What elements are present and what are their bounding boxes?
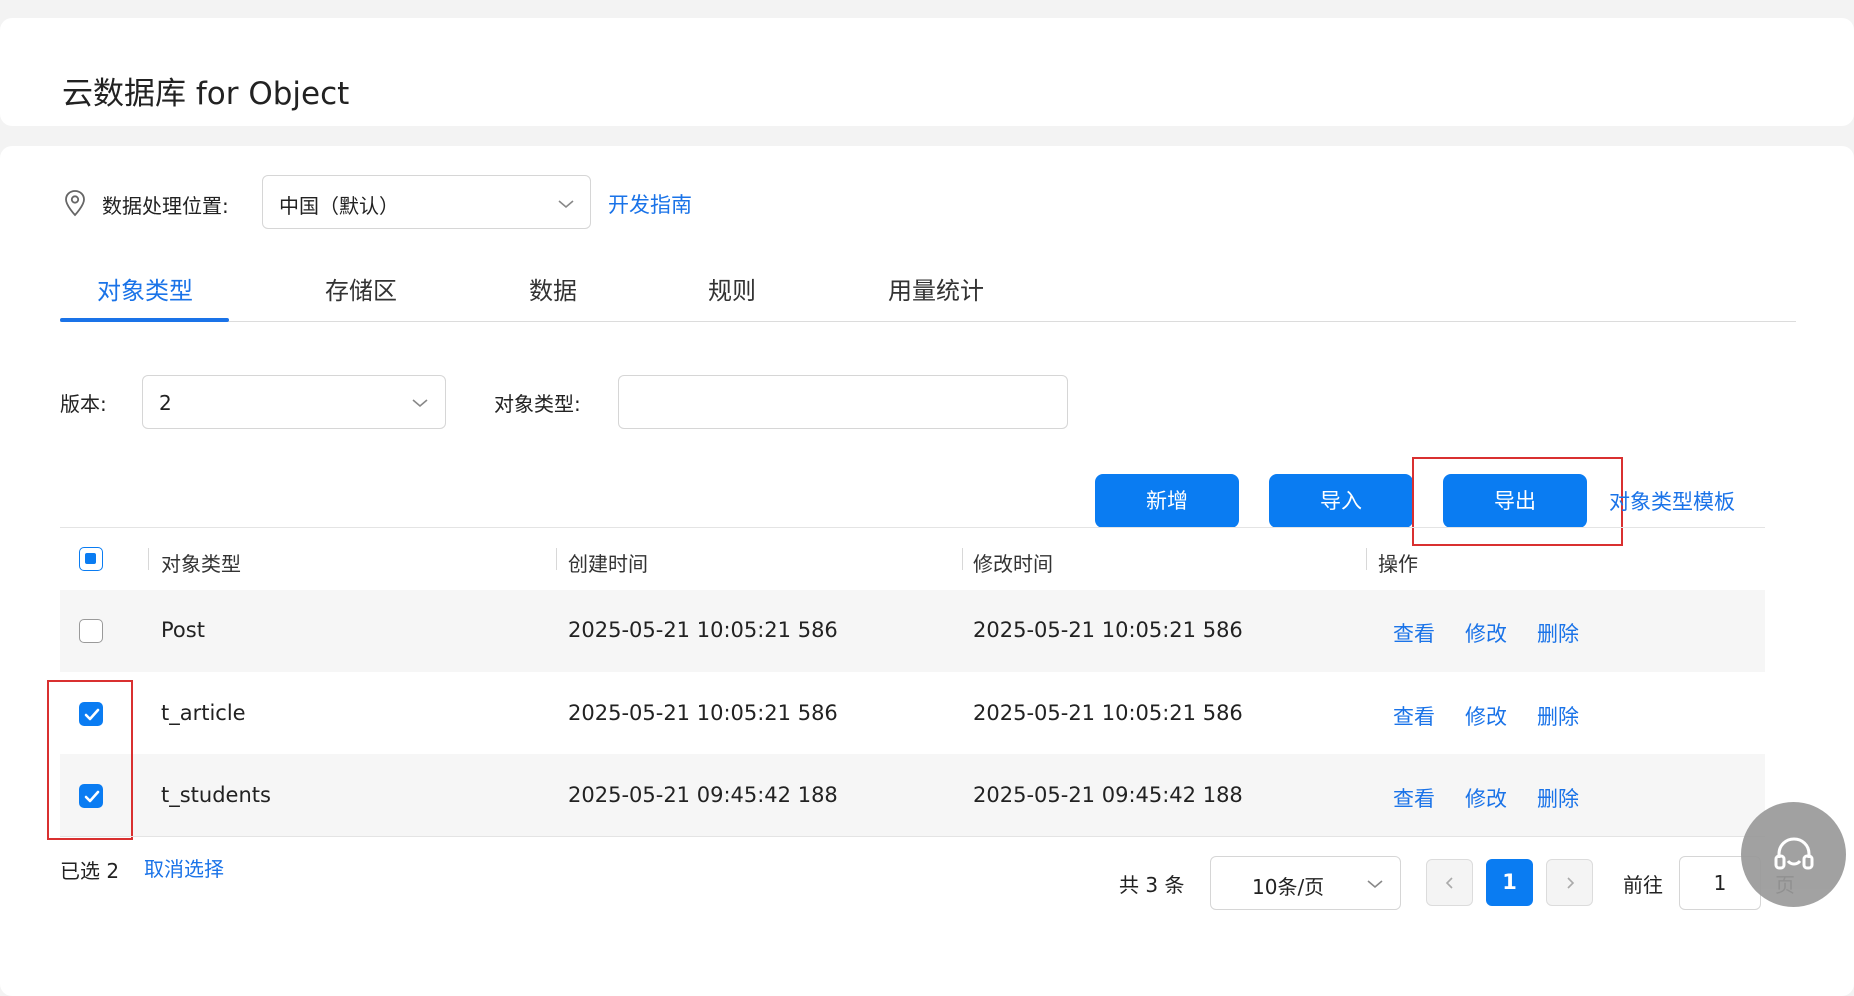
tab-rules[interactable]: 规则	[708, 271, 756, 306]
chevron-left-icon	[1445, 877, 1453, 889]
selected-count: 已选 2	[60, 859, 120, 883]
tab-data[interactable]: 数据	[529, 271, 577, 306]
select-all-checkbox[interactable]	[79, 547, 103, 571]
delete-button[interactable]: 删除	[1537, 701, 1579, 731]
edit-button[interactable]: 修改	[1465, 783, 1507, 813]
version-label: 版本:	[60, 392, 107, 416]
row-created-time: 2025-05-21 10:05:21 586	[568, 618, 838, 642]
export-highlight-box	[1412, 457, 1623, 546]
checkbox-highlight-box	[47, 680, 133, 840]
import-button[interactable]: 导入	[1269, 474, 1413, 528]
chevron-down-icon	[412, 399, 428, 408]
row-object-type: Post	[161, 618, 205, 642]
delete-button[interactable]: 删除	[1537, 783, 1579, 813]
delete-button[interactable]: 删除	[1537, 618, 1579, 648]
chevron-down-icon	[558, 200, 574, 209]
row-modified-time: 2025-05-21 10:05:21 586	[973, 701, 1243, 725]
edit-button[interactable]: 修改	[1465, 618, 1507, 648]
table-row	[60, 590, 1765, 672]
location-label: 数据处理位置:	[102, 194, 229, 218]
tab-object-type[interactable]: 对象类型	[97, 271, 193, 306]
version-select[interactable]: 2	[142, 375, 446, 429]
column-separator	[1366, 548, 1367, 570]
column-separator	[962, 548, 963, 570]
object-type-template-link[interactable]: 对象类型模板	[1609, 486, 1735, 516]
row-checkbox[interactable]	[79, 619, 103, 643]
page-title: 云数据库 for Object	[62, 76, 350, 112]
column-header-actions: 操作	[1378, 552, 1418, 576]
column-header-object-type: 对象类型	[161, 552, 241, 576]
version-select-value: 2	[159, 391, 172, 415]
row-modified-time: 2025-05-21 09:45:42 188	[973, 783, 1243, 807]
column-separator	[148, 548, 149, 570]
view-button[interactable]: 查看	[1393, 701, 1435, 731]
table-top-divider	[60, 527, 1765, 528]
tab-usage[interactable]: 用量统计	[888, 271, 984, 306]
prev-page-button[interactable]	[1426, 859, 1473, 906]
row-created-time: 2025-05-21 09:45:42 188	[568, 783, 838, 807]
column-header-created: 创建时间	[568, 552, 648, 576]
view-button[interactable]: 查看	[1393, 618, 1435, 648]
location-pin-icon	[65, 190, 85, 217]
tab-storage[interactable]: 存储区	[325, 271, 397, 306]
row-created-time: 2025-05-21 10:05:21 586	[568, 701, 838, 725]
next-page-button[interactable]	[1546, 859, 1593, 906]
chevron-right-icon	[1567, 877, 1575, 889]
page-size-select[interactable]: 10条/页	[1210, 856, 1401, 910]
row-object-type: t_article	[161, 701, 246, 725]
column-header-modified: 修改时间	[973, 552, 1053, 576]
object-type-input[interactable]	[618, 375, 1068, 429]
add-button[interactable]: 新增	[1095, 474, 1239, 528]
view-button[interactable]: 查看	[1393, 783, 1435, 813]
column-separator	[556, 548, 557, 570]
table-row	[60, 754, 1765, 836]
page-number-current[interactable]: 1	[1486, 859, 1533, 906]
location-select-value: 中国（默认）	[279, 194, 399, 218]
location-select[interactable]: 中国（默认）	[262, 175, 591, 229]
chevron-down-icon	[1367, 880, 1383, 889]
row-modified-time: 2025-05-21 10:05:21 586	[973, 618, 1243, 642]
total-count: 共 3 条	[1119, 873, 1185, 897]
row-object-type: t_students	[161, 783, 271, 807]
clear-selection-link[interactable]: 取消选择	[144, 853, 224, 882]
edit-button[interactable]: 修改	[1465, 701, 1507, 731]
header-card: 云数据库 for Object	[0, 18, 1854, 126]
customer-service-button[interactable]	[1741, 802, 1846, 907]
active-tab-indicator	[60, 318, 229, 322]
headset-icon	[1774, 837, 1814, 870]
dev-guide-link[interactable]: 开发指南	[608, 189, 692, 219]
goto-label: 前往	[1623, 873, 1663, 897]
page-size-value: 10条/页	[1252, 875, 1325, 899]
table-bottom-divider	[60, 836, 1765, 837]
object-type-filter-label: 对象类型:	[494, 392, 581, 416]
tabs-divider	[60, 321, 1796, 322]
